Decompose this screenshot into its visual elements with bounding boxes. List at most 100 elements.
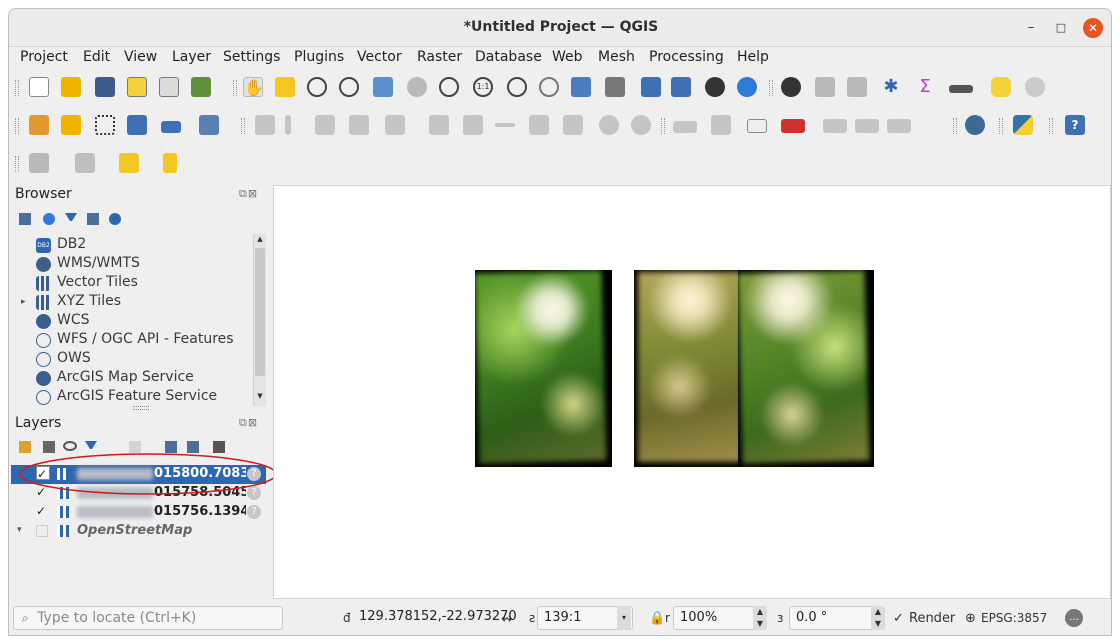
lock-scale-icon[interactable]: 🔒 — [649, 611, 665, 626]
new-bookmark-icon[interactable] — [641, 77, 661, 97]
pin-labels-icon[interactable] — [711, 115, 731, 135]
mouse-extents-toggle-icon[interactable]: ↭ — [501, 611, 513, 627]
toolbar-grip[interactable] — [953, 118, 957, 134]
highlight-labels-icon[interactable] — [747, 119, 767, 133]
scale-dropdown-icon[interactable]: ▾ — [617, 606, 631, 630]
save-project-icon[interactable] — [95, 77, 115, 97]
map-tips-icon[interactable] — [991, 77, 1011, 97]
new-shapefile-icon[interactable] — [95, 115, 115, 135]
rotation-spinner-icon[interactable]: ▲ ▼ — [871, 606, 885, 630]
open-project-icon[interactable] — [61, 77, 81, 97]
zoom-out-icon[interactable] — [339, 77, 359, 97]
delete-selected-icon[interactable] — [463, 115, 483, 135]
layers-dock-buttons[interactable]: ⧉⊠ — [239, 416, 258, 430]
select-by-value-icon[interactable] — [75, 153, 95, 173]
browser-scrollbar[interactable]: ▲ ▼ — [253, 234, 266, 406]
pan-map-icon[interactable]: ✋ — [243, 77, 264, 97]
select-by-location-icon[interactable] — [163, 153, 177, 173]
browser-dock-buttons[interactable]: ⧉⊠ — [239, 187, 258, 201]
save-edits-icon[interactable] — [315, 115, 335, 135]
crs-button[interactable]: EPSG:3857 — [981, 611, 1047, 625]
digitize-icon[interactable] — [199, 115, 219, 135]
properties-icon[interactable] — [109, 213, 121, 225]
toolbar-grip[interactable] — [15, 118, 19, 134]
menu-vector[interactable]: Vector — [357, 49, 402, 65]
undo-icon[interactable] — [599, 115, 619, 135]
annotation-gear-icon[interactable] — [1025, 77, 1045, 97]
toolbar-grip[interactable] — [241, 118, 245, 134]
scroll-down-icon[interactable]: ▼ — [255, 392, 265, 402]
zoom-in-icon[interactable] — [307, 77, 327, 97]
measure-line-icon[interactable] — [949, 85, 973, 93]
new-map-view-icon[interactable] — [571, 77, 591, 97]
toolbar-grip[interactable] — [15, 80, 19, 96]
expand-arrow-icon[interactable]: ▾ — [17, 525, 22, 535]
menu-web[interactable]: Web — [552, 49, 583, 65]
close-button[interactable]: ✕ — [1083, 18, 1103, 38]
toolbar-grip[interactable] — [769, 80, 773, 96]
splitter-handle[interactable] — [133, 406, 149, 410]
menu-raster[interactable]: Raster — [417, 49, 462, 65]
new-geopackage-icon[interactable] — [61, 115, 81, 135]
menu-project[interactable]: Project — [20, 49, 68, 65]
current-edits-icon[interactable] — [255, 115, 275, 135]
render-checkbox[interactable]: ✓ — [893, 611, 904, 626]
menu-layer[interactable]: Layer — [172, 49, 211, 65]
new-3d-view-icon[interactable] — [605, 77, 625, 97]
deselect-all-icon[interactable] — [119, 153, 139, 173]
new-print-layout-icon[interactable] — [127, 77, 147, 97]
zoom-last-icon[interactable] — [507, 77, 527, 97]
modify-attributes-icon[interactable] — [429, 115, 449, 135]
zoom-next-icon[interactable] — [539, 77, 559, 97]
new-project-icon[interactable] — [29, 77, 49, 97]
menu-mesh[interactable]: Mesh — [598, 49, 635, 65]
data-source-manager-icon[interactable] — [29, 115, 49, 135]
python-console-icon[interactable] — [1013, 115, 1033, 135]
hide-labels-icon[interactable] — [781, 119, 805, 133]
collapse-all-icon[interactable] — [87, 213, 99, 225]
coordinate-field[interactable]: 129.378152,-22.973270 — [353, 606, 517, 630]
filter-icon[interactable] — [65, 213, 77, 225]
scrollbar-thumb[interactable] — [255, 248, 265, 376]
plugin-manager-icon[interactable] — [965, 115, 985, 135]
layer-row[interactable]: ✓ 015756.13942 ? — [11, 503, 266, 522]
new-temp-layer-icon[interactable] — [127, 115, 147, 135]
expand-arrow-icon[interactable]: ▸ — [21, 297, 26, 307]
label-toolbar-icon[interactable] — [673, 121, 697, 133]
zoom-full-icon[interactable] — [373, 77, 393, 97]
eye-icon[interactable] — [63, 441, 77, 451]
pan-to-selection-icon[interactable] — [275, 77, 295, 97]
toolbar-grip[interactable] — [661, 118, 665, 134]
layer-checkbox[interactable] — [36, 525, 48, 537]
show-bookmarks-icon[interactable] — [671, 77, 691, 97]
paste-features-icon[interactable] — [563, 115, 583, 135]
menu-database[interactable]: Database — [475, 49, 542, 65]
messages-icon[interactable]: … — [1065, 609, 1083, 627]
change-label-icon[interactable] — [887, 119, 911, 133]
toolbar-grip[interactable] — [999, 118, 1003, 134]
identify-features-icon[interactable] — [781, 77, 801, 97]
layer-checkbox[interactable]: ✓ — [36, 504, 50, 518]
menu-plugins[interactable]: Plugins — [294, 49, 344, 65]
menu-view[interactable]: View — [124, 49, 157, 65]
map-canvas[interactable] — [273, 185, 1111, 599]
toggle-editing-icon[interactable] — [285, 115, 291, 135]
new-virtual-layer-icon[interactable] — [161, 121, 181, 133]
refresh-icon[interactable] — [737, 77, 757, 97]
vertex-tool-icon[interactable] — [385, 115, 405, 135]
magnifier-spinner-icon[interactable]: ▲ ▼ — [753, 606, 767, 630]
maximize-button[interactable]: □ — [1051, 18, 1071, 38]
locator-search-input[interactable]: ⌕ Type to locate (Ctrl+K) — [13, 606, 283, 630]
refresh-icon[interactable] — [43, 213, 55, 225]
settings-gear-icon[interactable]: ✱ — [881, 77, 901, 97]
zoom-native-icon[interactable]: 1:1 — [473, 77, 493, 97]
layout-manager-icon[interactable] — [159, 77, 179, 97]
toolbar-grip[interactable] — [1049, 118, 1053, 134]
select-features-icon[interactable] — [29, 153, 49, 173]
redo-icon[interactable] — [631, 115, 651, 135]
field-calculator-icon[interactable]: Σ — [915, 77, 935, 97]
scroll-up-icon[interactable]: ▲ — [255, 235, 265, 245]
style-manager-icon[interactable] — [191, 77, 211, 97]
copy-features-icon[interactable] — [529, 115, 549, 135]
help-icon[interactable]: ? — [1065, 115, 1085, 135]
